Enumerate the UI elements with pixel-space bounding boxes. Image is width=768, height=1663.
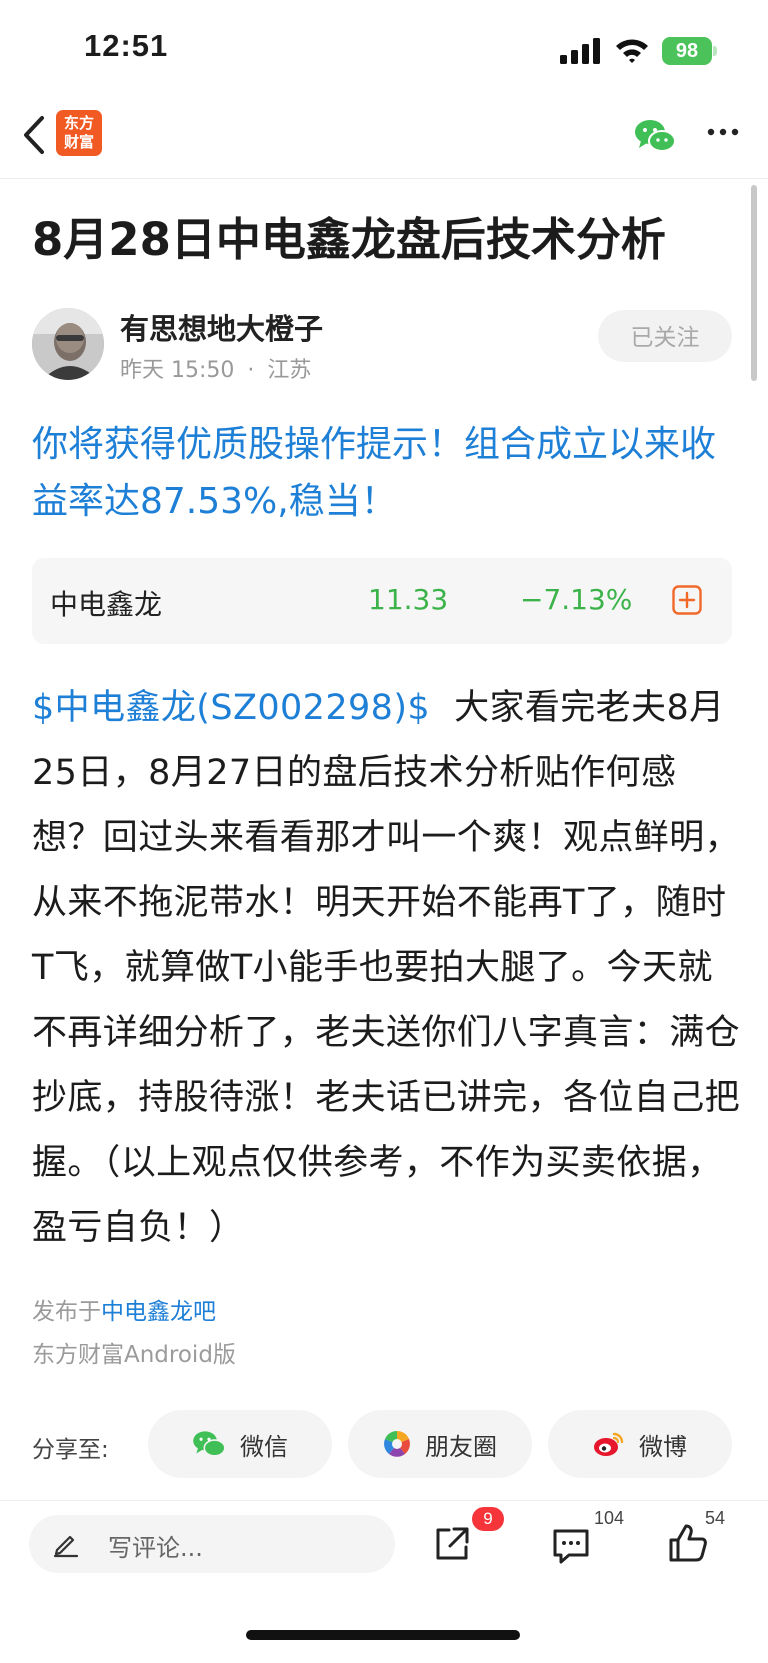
- pencil-icon: [53, 1535, 79, 1558]
- follow-button[interactable]: 已关注: [598, 310, 732, 362]
- like-count: 54: [705, 1508, 726, 1528]
- nav-divider: [0, 178, 768, 179]
- comment-icon[interactable]: [551, 1527, 591, 1565]
- more-options-icon[interactable]: [706, 126, 740, 138]
- share-label: 分享至:: [32, 1437, 109, 1463]
- back-arrow-icon[interactable]: [18, 112, 48, 158]
- cellular-signal-icon: [560, 38, 600, 64]
- scrollbar[interactable]: [751, 185, 757, 381]
- author-avatar[interactable]: [32, 308, 104, 380]
- comment-input[interactable]: [29, 1515, 395, 1573]
- logo-text-line1: 东方: [63, 114, 94, 132]
- thumbs-up-icon[interactable]: [667, 1522, 709, 1564]
- article-body-text: 大家看完老夫8月25日，8月27日的盘后技术分析贴作何感想？回过头来看看那才叫一…: [32, 688, 741, 1248]
- author-name[interactable]: 有思想地大橙子: [120, 306, 323, 348]
- comment-count: 104: [594, 1508, 625, 1528]
- stock-price: 11.33: [368, 583, 449, 616]
- home-indicator[interactable]: [246, 1630, 520, 1640]
- share-wechat-button[interactable]: 微信: [148, 1410, 332, 1478]
- published-prefix: 发布于: [32, 1299, 101, 1325]
- wifi-icon: [616, 39, 648, 63]
- share-count-badge: 9: [472, 1507, 504, 1531]
- post-meta: 昨天 15:50 · 江苏: [120, 352, 311, 384]
- battery-indicator: 98: [662, 37, 712, 65]
- published-info: 发布于中电鑫龙吧: [32, 1292, 216, 1326]
- share-weibo-button[interactable]: 微博: [548, 1410, 732, 1478]
- stock-change: −7.13%: [520, 583, 633, 616]
- platform-info: 东方财富Android版: [32, 1342, 236, 1368]
- post-time: 昨天 15:50: [120, 358, 235, 383]
- post-location: 江苏: [267, 358, 312, 383]
- share-wechat-label: 微信: [240, 1432, 288, 1461]
- wechat-icon: [193, 1431, 226, 1457]
- share-moments-label: 朋友圈: [425, 1432, 497, 1461]
- bottom-bar-divider: [0, 1500, 768, 1501]
- stock-name: 中电鑫龙: [50, 588, 163, 621]
- moments-icon: [384, 1431, 410, 1457]
- share-icon[interactable]: [432, 1524, 472, 1564]
- logo-text-line2: 财富: [63, 133, 94, 151]
- weibo-icon: [594, 1432, 624, 1456]
- add-to-watchlist-icon[interactable]: [672, 585, 702, 615]
- battery-tip: [713, 46, 717, 56]
- article-title: 8月28日中电鑫龙盘后技术分析: [32, 213, 666, 266]
- stock-tag-link[interactable]: $中电鑫龙(SZ002298)$: [32, 688, 430, 728]
- share-weibo-label: 微博: [639, 1432, 687, 1461]
- battery-level: 98: [675, 40, 699, 62]
- comment-placeholder: 写评论...: [108, 1534, 203, 1562]
- wechat-icon[interactable]: [634, 117, 676, 155]
- eastmoney-logo[interactable]: 东方 财富: [56, 110, 102, 156]
- meta-separator: ·: [247, 358, 255, 383]
- article-body: $中电鑫龙(SZ002298)$ 大家看完老夫8月25日，8月27日的盘后技术分析…: [32, 676, 740, 1261]
- share-moments-button[interactable]: 朋友圈: [348, 1410, 532, 1478]
- status-time: 12:51: [84, 28, 169, 63]
- board-link[interactable]: 中电鑫龙吧: [101, 1299, 216, 1325]
- promo-link[interactable]: 你将获得优质股操作提示！组合成立以来收益率达87.53%,稳当！: [32, 416, 737, 530]
- avatar-photo: [32, 308, 104, 380]
